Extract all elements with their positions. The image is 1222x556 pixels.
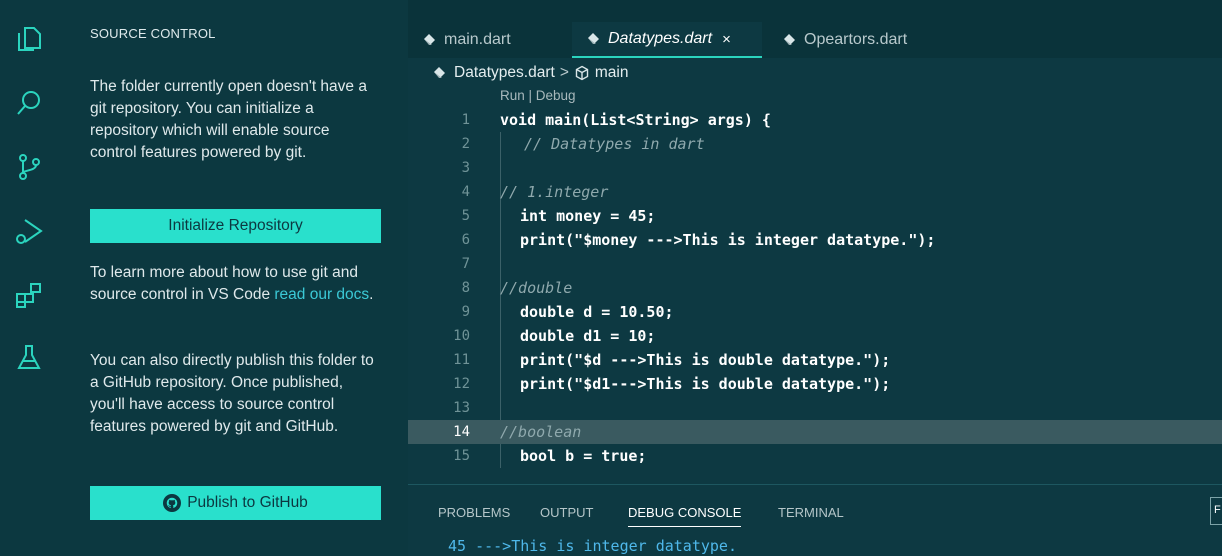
line-number: 7 [461, 256, 470, 272]
code-line: 1 void main(List<String> args) { [408, 108, 1222, 132]
line-number: 6 [461, 232, 470, 248]
run-debug-icon[interactable] [12, 214, 46, 248]
line-number: 14 [453, 424, 470, 440]
dart-file-icon [784, 34, 795, 45]
extensions-icon[interactable] [12, 278, 46, 312]
code-text: bool b = true; [520, 447, 647, 465]
run-debug-codelens[interactable]: Run | Debug [500, 88, 576, 103]
tab-output[interactable]: OUTPUT [540, 505, 593, 520]
code-text: //boolean [500, 423, 582, 441]
code-text: print("$d --->This is double datatype.")… [520, 351, 891, 369]
tab-opeartors-dart[interactable]: Opeartors.dart [768, 22, 958, 58]
code-text: print("$d1--->This is double datatype.")… [520, 375, 891, 393]
editor-area: main.dart Datatypes.dart × Opeartors.dar… [408, 0, 1222, 556]
publish-to-github-button[interactable]: Publish to GitHub [90, 486, 381, 520]
activity-bar [0, 0, 60, 556]
learn-more-suffix: . [369, 286, 374, 303]
publish-message: You can also directly publish this folde… [90, 352, 374, 435]
tab-label: main.dart [444, 31, 511, 48]
tab-problems[interactable]: PROBLEMS [438, 505, 510, 520]
initialize-repository-button[interactable]: Initialize Repository [90, 209, 381, 243]
code-text: // Datatypes in dart [524, 135, 705, 153]
code-line-current: 14 //boolean [408, 420, 1222, 444]
close-tab-icon[interactable]: × [722, 31, 731, 48]
breadcrumb-separator: > [559, 64, 569, 81]
code-text: //double [500, 279, 573, 297]
line-number: 12 [453, 376, 470, 392]
code-line: 10 double d1 = 10; [408, 324, 1222, 348]
source-control-sidebar: SOURCE CONTROL The folder currently open… [60, 0, 408, 556]
code-line: 15 bool b = true; [408, 444, 1222, 468]
code-line: 9 double d = 10.50; [408, 300, 1222, 324]
sidebar-title: SOURCE CONTROL [90, 26, 216, 41]
github-icon [163, 494, 182, 512]
line-number: 8 [461, 280, 470, 296]
code-text: print("$money --->This is integer dataty… [520, 231, 936, 249]
line-number: 11 [453, 352, 470, 368]
dart-file-icon [588, 33, 599, 44]
line-number: 9 [461, 304, 470, 320]
code-line: 3 [408, 156, 1222, 180]
code-text: void main(List<String> args) { [500, 111, 771, 129]
tab-label: Opeartors.dart [804, 31, 908, 48]
console-output: 45 --->This is integer datatype. [448, 537, 737, 555]
search-icon[interactable] [12, 86, 46, 120]
code-line: 7 [408, 252, 1222, 276]
code-line: 5 int money = 45; [408, 204, 1222, 228]
tab-bar: main.dart Datatypes.dart × Opeartors.dar… [408, 0, 1222, 58]
code-text: double d = 10.50; [520, 303, 674, 321]
read-docs-link[interactable]: read our docs [274, 286, 369, 303]
source-control-icon[interactable] [12, 150, 46, 184]
line-number: 5 [461, 208, 470, 224]
publish-button-label: Publish to GitHub [187, 494, 308, 511]
code-line: 12 print("$d1--->This is double datatype… [408, 372, 1222, 396]
line-number: 13 [453, 400, 470, 416]
tab-debug-console[interactable]: DEBUG CONSOLE [628, 505, 742, 527]
breadcrumb-file[interactable]: Datatypes.dart [454, 64, 555, 82]
explorer-icon[interactable] [12, 22, 46, 56]
tab-terminal[interactable]: TERMINAL [778, 505, 844, 520]
learn-more-message: To learn more about how to use git and s… [90, 262, 380, 306]
tab-datatypes-dart[interactable]: Datatypes.dart × [572, 22, 762, 58]
testing-icon[interactable] [12, 340, 46, 374]
code-line: 11 print("$d --->This is double datatype… [408, 348, 1222, 372]
breadcrumb: Datatypes.dart > main [432, 62, 628, 84]
code-line: 6 print("$money --->This is integer data… [408, 228, 1222, 252]
method-icon [575, 65, 589, 81]
line-number: 4 [461, 184, 470, 200]
line-number: 1 [461, 112, 470, 128]
bottom-panel: PROBLEMS OUTPUT DEBUG CONSOLE TERMINAL 4… [408, 484, 1222, 556]
no-repo-message: The folder currently open doesn't have a… [90, 78, 367, 161]
dart-file-icon [424, 34, 435, 45]
code-editor[interactable]: Run | Debug 1 void main(List<String> arg… [408, 86, 1222, 484]
line-number: 15 [453, 448, 470, 464]
code-line: 2 // Datatypes in dart [408, 132, 1222, 156]
code-line: 13 [408, 396, 1222, 420]
line-number: 3 [461, 160, 470, 176]
code-line: 4 // 1.integer [408, 180, 1222, 204]
code-text: // 1.integer [500, 183, 609, 201]
code-line: 8 //double [408, 276, 1222, 300]
panel-filter-input[interactable]: F [1210, 497, 1222, 525]
tab-label: Datatypes.dart [608, 30, 713, 47]
breadcrumb-symbol[interactable]: main [595, 64, 629, 82]
dart-file-icon [434, 67, 445, 78]
code-text: double d1 = 10; [520, 327, 656, 345]
line-number: 2 [461, 136, 470, 152]
line-number: 10 [453, 328, 470, 344]
code-text: int money = 45; [520, 207, 656, 225]
tab-main-dart[interactable]: main.dart [408, 22, 558, 58]
